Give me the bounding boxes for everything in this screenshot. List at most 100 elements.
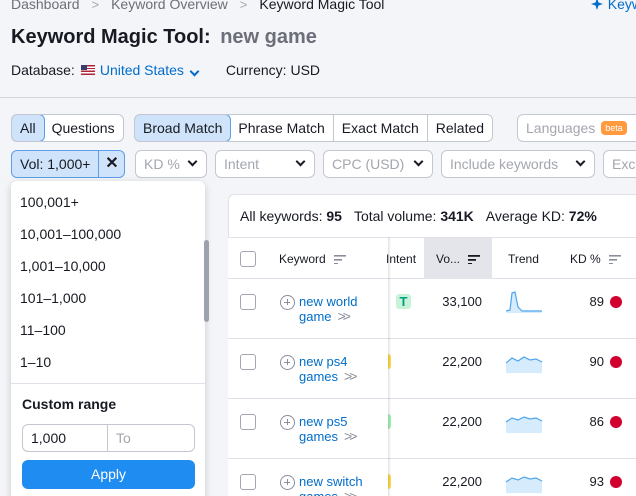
keyword-line-2: games [299,489,338,496]
volume-range-option[interactable]: 10,001–100,000 [20,226,121,242]
column-keyword-label: Keyword [279,252,326,266]
keyword-strategy-link[interactable]: Keyw [590,0,636,12]
range-to-input[interactable]: To [107,424,195,452]
match-type-tabs: Broad Match Phrase Match Exact Match Rel… [134,114,494,142]
average-kd-label: Average KD: [485,208,565,224]
column-kd[interactable]: KD % [570,238,621,280]
trend-sparkline [506,476,543,493]
breadcrumb: Dashboard > Keyword Overview > Keyword M… [11,0,384,12]
volume-filter: Vol: 1,000+ ✕ [11,150,126,178]
tab-questions[interactable]: Questions [44,115,123,141]
row-checkbox[interactable] [240,414,256,430]
exclude-keywords-label: Exc [612,156,636,172]
sticky-column-shadow [388,237,391,496]
keyword-link[interactable]: new ps5 games >> [299,414,357,444]
double-chevron-icon[interactable]: >> [344,488,357,496]
tab-broad-match[interactable]: Broad Match [135,115,232,141]
column-trend[interactable]: Trend [508,238,539,280]
chevron-down-icon [189,66,200,77]
chevron-down-icon [575,156,586,167]
column-keyword[interactable]: Keyword [279,238,346,280]
kd-difficulty-dot [610,296,622,308]
add-to-list-icon[interactable] [280,475,295,490]
breadcrumb-current: Keyword Magic Tool [259,0,385,12]
chevron-down-icon [413,156,424,167]
kd-value: 93 [589,474,604,489]
cpc-filter[interactable]: CPC (USD) [323,150,433,178]
trend-sparkline [506,291,542,313]
kd-value: 90 [589,354,604,369]
tab-exact-match[interactable]: Exact Match [334,115,428,141]
tab-phrase-match[interactable]: Phrase Match [230,115,334,141]
chevron-down-icon [295,156,306,167]
us-flag-icon [80,65,95,75]
intent-badge: T [396,294,411,309]
row-checkbox[interactable] [240,354,256,370]
database-selector[interactable]: United States [99,62,200,78]
tab-all[interactable]: All [11,115,45,141]
row-checkbox[interactable] [240,294,256,310]
trend-sparkline [506,416,543,433]
intent-filter[interactable]: Intent [215,150,315,178]
table-row[interactable]: new ps4 games >> 22,200 90 [228,339,636,399]
keyword-line-1: new ps5 [299,414,348,429]
table-row[interactable]: new ps5 games >> 22,200 86 [228,399,636,459]
dropdown-scrollbar[interactable] [204,240,209,322]
column-volume[interactable]: Vo... [424,238,492,280]
table-row[interactable]: new switchgames >> 22,200 93 [228,459,636,496]
double-chevron-icon[interactable]: >> [338,308,351,324]
include-keywords-filter[interactable]: Include keywords [441,150,595,178]
add-to-list-icon[interactable] [280,355,295,370]
volume-range-option[interactable]: 1,001–10,000 [20,258,106,274]
intent-filter-label: Intent [224,156,260,172]
include-keywords-label: Include keywords [450,156,559,172]
double-chevron-icon[interactable]: >> [344,368,357,384]
volume-value: 33,100 [442,294,482,309]
add-to-list-icon[interactable] [280,295,295,310]
languages-selector[interactable]: Languages beta [517,114,636,142]
volume-range-option[interactable]: 1–10 [20,354,51,370]
kd-filter[interactable]: KD % [135,150,207,178]
breadcrumb-dashboard[interactable]: Dashboard [11,0,80,12]
volume-filter-button[interactable]: Vol: 1,000+ [11,150,100,178]
row-checkbox[interactable] [240,474,256,490]
keyword-link[interactable]: new switchgames >> [299,474,363,496]
keyword-link[interactable]: new world game >> [299,294,358,324]
double-chevron-icon[interactable]: >> [344,428,357,444]
select-all-checkbox[interactable] [240,251,256,267]
close-icon[interactable]: ✕ [99,150,126,178]
languages-label: Languages [526,120,596,136]
exclude-keywords-filter[interactable]: Exc [603,150,636,178]
table-row[interactable]: new world game >> T 33,100 89 [228,279,636,339]
chevron-right-icon: > [91,0,100,12]
volume-range-option[interactable]: 100,001+ [20,194,79,210]
breadcrumb-keyword-overview[interactable]: Keyword Overview [111,0,228,12]
seed-keyword: new game [220,26,317,48]
add-to-list-icon[interactable] [280,415,295,430]
apply-button[interactable]: Apply [22,460,195,489]
column-intent[interactable]: Intent [386,238,422,280]
sort-icon [468,255,481,265]
volume-range-option[interactable]: 101–1,000 [20,290,86,306]
column-kd-label: KD % [570,252,601,266]
database-value: United States [99,62,184,78]
results-summary: All keywords: 95 Total volume: 341K Aver… [240,208,597,224]
tab-related[interactable]: Related [428,115,492,141]
range-from-input[interactable]: 1,000 [22,424,108,452]
kd-value: 89 [589,294,604,309]
keyword-line-1: new world [299,294,358,309]
kd-value: 86 [589,414,604,429]
kd-difficulty-dot [610,416,622,428]
table-header: Keyword Intent Vo... Trend KD % [228,237,636,280]
sort-icon [333,255,346,265]
volume-value: 22,200 [442,354,482,369]
custom-range-label: Custom range [22,396,117,412]
keyword-line-2: games [299,429,339,444]
column-trend-label: Trend [508,252,539,266]
database-row: Database: United States Currency: USD [11,62,320,78]
keyword-link[interactable]: new ps4 games >> [299,354,357,384]
volume-range-option[interactable]: 11–100 [20,322,66,338]
chevron-down-icon [187,156,198,167]
cpc-filter-label: CPC (USD) [332,156,405,172]
keyword-line-2: games [299,369,339,384]
